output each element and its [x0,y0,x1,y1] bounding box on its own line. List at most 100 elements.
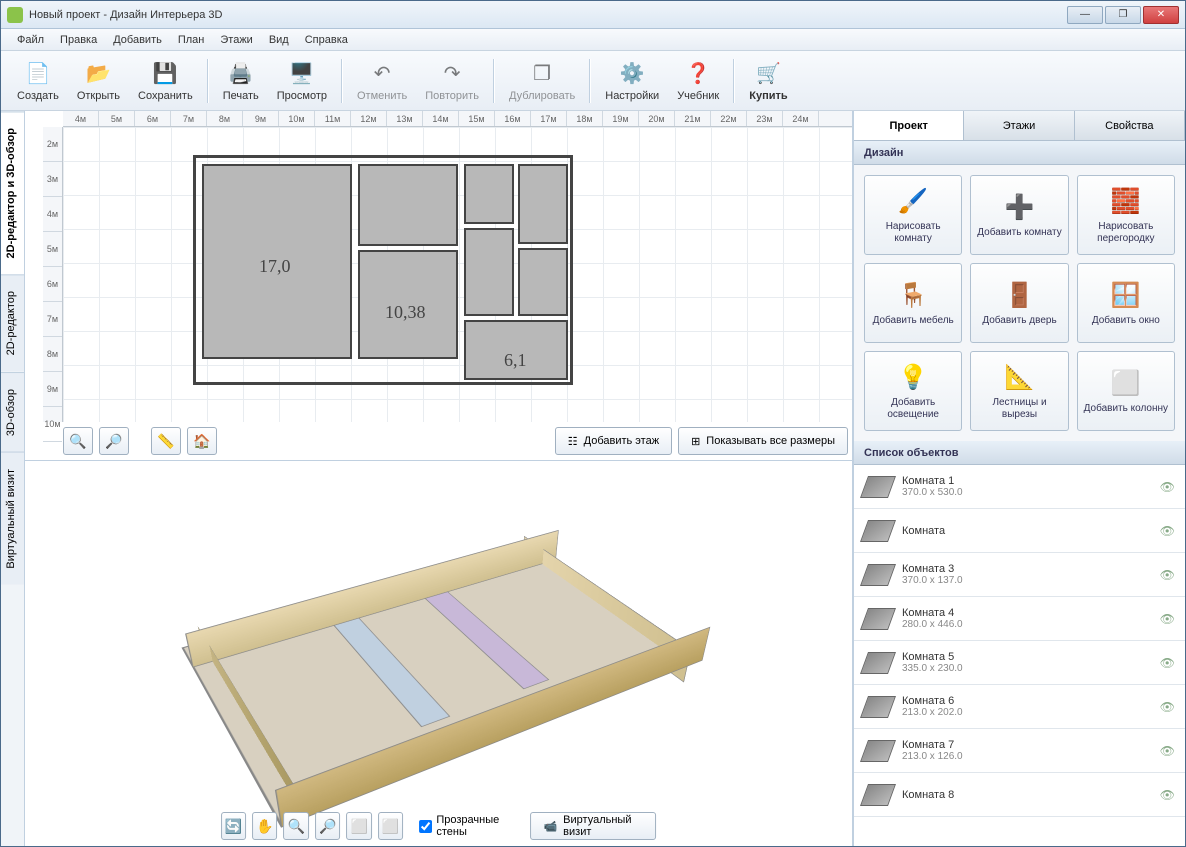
titlebar[interactable]: Новый проект - Дизайн Интерьера 3D — ❐ ✕ [1,1,1185,29]
visibility-icon[interactable]: 👁 [1160,568,1175,582]
add-door-button[interactable]: 🚪Добавить дверь [970,263,1068,343]
extra-3d-button-1[interactable]: ⬜ [346,812,371,840]
maximize-button[interactable]: ❐ [1105,6,1141,24]
object-name: Комната 8 [902,789,1150,801]
design-buttons: 🖌️Нарисовать комнату➕Добавить комнату🧱На… [854,165,1185,441]
help-button[interactable]: ❓Учебник [669,54,727,108]
virtual-visit-button[interactable]: 📹Виртуальный визит [530,812,656,840]
object-item-2[interactable]: Комната 3370.0 x 137.0👁 [854,553,1185,597]
visibility-icon[interactable]: 👁 [1160,480,1175,494]
open-button[interactable]: 📂Открыть [69,54,128,108]
2d-view[interactable]: 4м5м6м7м8м9м10м11м12м13м14м15м16м17м18м1… [25,111,852,461]
draw-wall-button[interactable]: 🧱Нарисовать перегородку [1077,175,1175,255]
vtab-2d[interactable]: 2D-редактор [1,274,24,371]
save-button[interactable]: 💾Сохранить [130,54,201,108]
add-room-button[interactable]: ➕Добавить комнату [970,175,1068,255]
toolbar-separator [341,59,343,103]
object-item-3[interactable]: Комната 4280.0 x 446.0👁 [854,597,1185,641]
vtab-combo[interactable]: 2D-редактор и 3D-обзор [1,111,24,274]
rtab-project[interactable]: Проект [854,111,964,140]
object-item-4[interactable]: Комната 5335.0 x 230.0👁 [854,641,1185,685]
room-7[interactable] [518,248,568,316]
draw-room-button[interactable]: 🖌️Нарисовать комнату [864,175,962,255]
settings-button[interactable]: ⚙️Настройки [597,54,667,108]
ruler-tick: 18м [567,111,603,126]
room-5[interactable] [464,228,514,316]
home-button[interactable]: 🏠 [187,427,217,455]
ruler-tick: 11м [315,111,351,126]
room-8[interactable] [358,164,458,246]
menu-Вид[interactable]: Вид [261,32,297,48]
menu-Правка[interactable]: Правка [52,32,105,48]
room-4[interactable] [464,164,514,224]
create-button[interactable]: 📄Создать [9,54,67,108]
zoom-out-3d-button[interactable]: 🔍 [283,812,308,840]
visibility-icon[interactable]: 👁 [1160,788,1175,802]
visibility-icon[interactable]: 👁 [1160,656,1175,670]
menu-Справка[interactable]: Справка [297,32,356,48]
rtab-props[interactable]: Свойства [1075,111,1185,140]
zoom-in-3d-button[interactable]: 🔎 [315,812,340,840]
stairs-button[interactable]: 📐Лестницы и вырезы [970,351,1068,431]
main-toolbar: 📄Создать📂Открыть💾Сохранить 🖨️Печать🖥️Прос… [1,51,1185,111]
rtab-floors[interactable]: Этажи [964,111,1074,140]
object-item-7[interactable]: Комната 8 👁 [854,773,1185,817]
vtab-virtual[interactable]: Виртуальный визит [1,452,24,585]
orbit-button[interactable]: 🔄 [221,812,246,840]
2d-canvas[interactable]: 17,0 10,38 6,1 [63,127,852,422]
visibility-icon[interactable]: 👁 [1160,612,1175,626]
show-dimensions-button[interactable]: ⊞Показывать все размеры [678,427,848,455]
object-item-1[interactable]: Комната👁 [854,509,1185,553]
room-3[interactable]: 6,1 [464,320,568,380]
menubar: ФайлПравкаДобавитьПланЭтажиВидСправка [1,29,1185,51]
object-list[interactable]: Комната 1370.0 x 530.0👁Комната👁Комната 3… [854,465,1185,846]
ruler-button[interactable]: 📏 [151,427,181,455]
undo-button[interactable]: ↶Отменить [349,54,415,108]
object-item-6[interactable]: Комната 7213.0 x 126.0👁 [854,729,1185,773]
visibility-icon[interactable]: 👁 [1160,744,1175,758]
add-light-button[interactable]: 💡Добавить освещение [864,351,962,431]
buy-button[interactable]: 🛒Купить [741,54,795,108]
main-area: 2D-редактор и 3D-обзор2D-редактор3D-обзо… [1,111,1185,846]
transparent-walls-checkbox[interactable]: Прозрачные стены [419,814,514,838]
object-item-0[interactable]: Комната 1370.0 x 530.0👁 [854,465,1185,509]
add-floor-button[interactable]: ☷Добавить этаж [555,427,672,455]
add-light-icon: 💡 [897,361,929,393]
ruler-tick: 12м [351,111,387,126]
menu-Этажи[interactable]: Этажи [212,32,260,48]
room-icon [860,564,896,586]
vtab-3d[interactable]: 3D-обзор [1,372,24,452]
draw-wall-label: Нарисовать перегородку [1082,221,1170,245]
undo-icon: ↶ [368,60,396,88]
object-item-5[interactable]: Комната 6213.0 x 202.0👁 [854,685,1185,729]
3d-view[interactable]: 🔄 ✋ 🔍 🔎 ⬜ ⬜ Прозрачные стены 📹Виртуальны… [25,461,852,846]
room-icon [860,652,896,674]
view-icon: 🖥️ [288,60,316,88]
minimize-button[interactable]: — [1067,6,1103,24]
menu-Файл[interactable]: Файл [9,32,52,48]
view-button[interactable]: 🖥️Просмотр [269,54,335,108]
visibility-icon[interactable]: 👁 [1160,524,1175,538]
zoom-out-button[interactable]: 🔍 [63,427,93,455]
pan-button[interactable]: ✋ [252,812,277,840]
redo-button[interactable]: ↷Повторить [417,54,487,108]
room-2[interactable]: 10,38 [358,250,458,359]
room-1[interactable]: 17,0 [202,164,352,359]
add-column-button[interactable]: ⬜Добавить колонну [1077,351,1175,431]
close-button[interactable]: ✕ [1143,6,1179,24]
room-6[interactable] [518,164,568,244]
menu-Добавить[interactable]: Добавить [105,32,170,48]
extra-3d-button-2[interactable]: ⬜ [378,812,403,840]
visibility-icon[interactable]: 👁 [1160,700,1175,714]
zoom-in-button[interactable]: 🔎 [99,427,129,455]
add-furniture-button[interactable]: 🪑Добавить мебель [864,263,962,343]
add-window-button[interactable]: 🪟Добавить окно [1077,263,1175,343]
ruler-tick: 3м [43,162,62,197]
open-icon: 📂 [84,60,112,88]
floorplan[interactable]: 17,0 10,38 6,1 [193,155,573,385]
3d-model[interactable] [181,546,702,827]
menu-План[interactable]: План [170,32,213,48]
dup-button[interactable]: ❐Дублировать [501,54,583,108]
print-button[interactable]: 🖨️Печать [215,54,267,108]
object-dimensions: 213.0 x 202.0 [902,707,1150,718]
